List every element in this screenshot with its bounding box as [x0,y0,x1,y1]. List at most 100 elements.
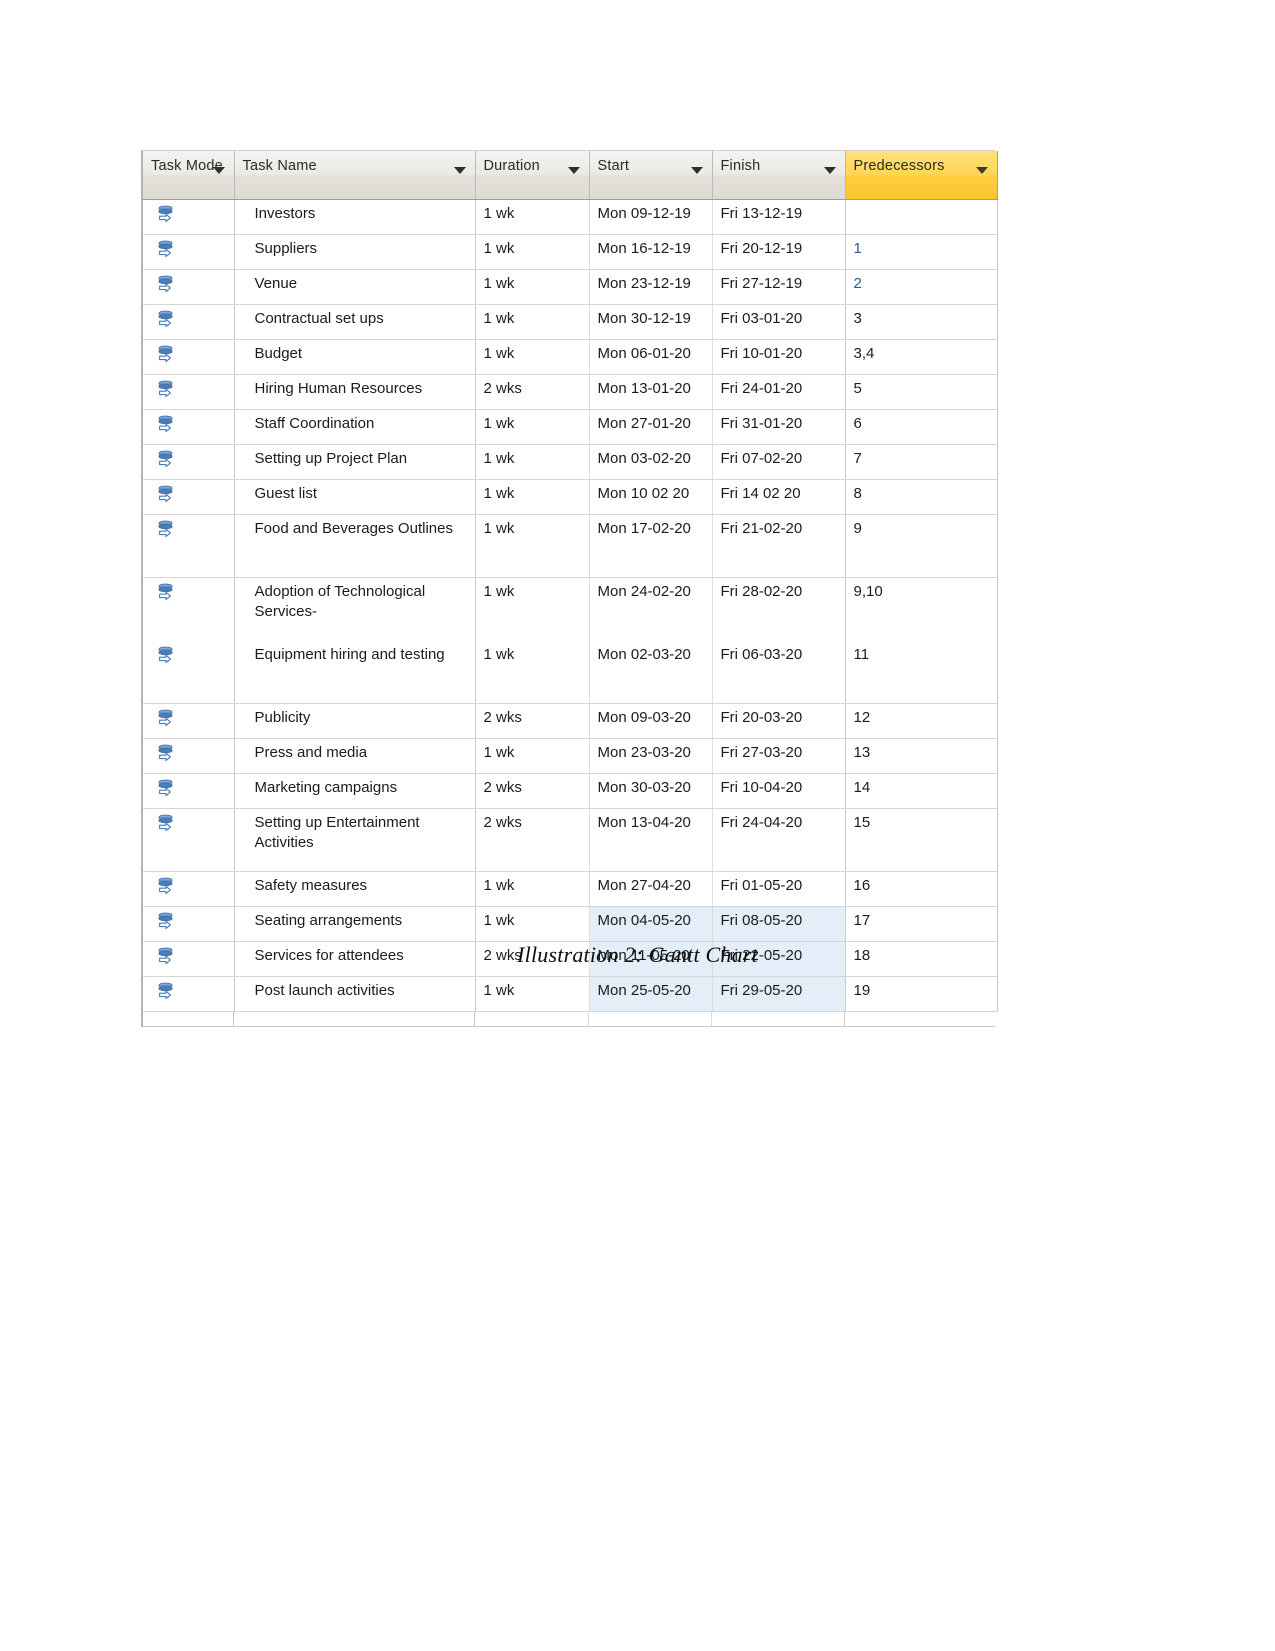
cell-duration[interactable]: 1 wk [475,514,590,578]
table-row[interactable]: Adoption of Technological Services- 1 wk M… [143,577,998,641]
cell-task-mode[interactable] [143,514,235,578]
cell-task-mode[interactable] [143,640,235,704]
cell-predecessors[interactable]: 9,10 [845,577,998,641]
cell-start-date[interactable]: Mon 27-01-20 [589,409,713,445]
auto-scheduled-icon[interactable] [155,203,179,227]
cell-task-mode[interactable] [143,906,235,942]
table-row[interactable]: Venue 1 wk Mon 23-12-19 Fri 27-12-19 2 [143,269,998,305]
cell-task-mode[interactable] [143,409,235,445]
cell-finish-date[interactable]: Fri 20-03-20 [712,703,846,739]
column-header-predecessors[interactable]: Predecessors [844,151,998,200]
table-row[interactable]: Publicity 2 wks Mon 09-03-20 Fri 20-03-20 12 [143,703,998,739]
table-row[interactable]: Equipment hiring and testing 1 wk Mon 02-0… [143,640,998,704]
cell-task-name[interactable]: Equipment hiring and testing [234,640,476,704]
cell-start-date[interactable]: Mon 23-12-19 [589,269,713,305]
cell-task-mode[interactable] [143,234,235,270]
cell-start-date[interactable]: Mon 13-04-20 [589,808,713,872]
cell-finish-date[interactable]: Fri 03-01-20 [712,304,846,340]
cell-predecessors[interactable]: 14 [845,773,998,809]
cell-duration[interactable]: 1 wk [475,738,590,774]
auto-scheduled-icon[interactable] [155,343,179,367]
cell-task-mode[interactable] [143,479,235,515]
cell-predecessors[interactable]: 15 [845,808,998,872]
cell-finish-date[interactable]: Fri 14 02 20 [712,479,846,515]
auto-scheduled-icon[interactable] [155,308,179,332]
cell-finish-date[interactable]: Fri 21-02-20 [712,514,846,578]
cell-finish-date[interactable]: Fri 27-12-19 [712,269,846,305]
cell-task-name[interactable]: Guest list [234,479,476,515]
table-row[interactable]: Hiring Human Resources 2 wks Mon 13-01-20 F… [143,374,998,410]
auto-scheduled-icon[interactable] [155,812,179,836]
cell-start-date[interactable]: Mon 30-03-20 [589,773,713,809]
cell-task-name[interactable]: Adoption of Technological Services- [234,577,476,641]
table-row[interactable]: Contractual set ups 1 wk Mon 30-12-19 Fri 0… [143,304,998,340]
cell-predecessors[interactable]: 3,4 [845,339,998,375]
auto-scheduled-icon[interactable] [155,910,179,934]
cell-finish-date[interactable]: Fri 27-03-20 [712,738,846,774]
cell-task-name[interactable]: Seating arrangements [234,906,476,942]
cell-start-date[interactable]: Mon 17-02-20 [589,514,713,578]
cell-task-mode[interactable] [143,444,235,480]
filter-dropdown-icon[interactable] [975,167,988,174]
cell-task-mode[interactable] [143,738,235,774]
cell-finish-date[interactable]: Fri 24-01-20 [712,374,846,410]
table-row[interactable]: Budget 1 wk Mon 06-01-20 Fri 10-01-20 3,4 [143,339,998,375]
column-header-task-mode[interactable]: Task Mode [143,151,235,200]
column-header-task-name[interactable]: Task Name [234,151,476,200]
cell-task-name[interactable]: Budget [234,339,476,375]
cell-duration[interactable]: 2 wks [475,773,590,809]
auto-scheduled-icon[interactable] [155,238,179,262]
cell-task-name[interactable]: Publicity [234,703,476,739]
auto-scheduled-icon[interactable] [155,707,179,731]
cell-predecessors[interactable]: 17 [845,906,998,942]
cell-duration[interactable]: 1 wk [475,640,590,704]
table-row[interactable]: Suppliers 1 wk Mon 16-12-19 Fri 20-12-19 1 [143,234,998,270]
table-row[interactable]: Setting up Project Plan 1 wk Mon 03-02-20 F… [143,444,998,480]
cell-start-date[interactable]: Mon 13-01-20 [589,374,713,410]
cell-duration[interactable]: 2 wks [475,374,590,410]
table-row[interactable]: Seating arrangements 1 wk Mon 04-05-20 Fri … [143,906,998,942]
table-row[interactable]: Marketing campaigns 2 wks Mon 30-03-20 Fri … [143,773,998,809]
cell-predecessors[interactable]: 19 [845,976,998,1012]
filter-dropdown-icon[interactable] [453,167,466,174]
cell-duration[interactable]: 1 wk [475,269,590,305]
filter-dropdown-icon[interactable] [212,167,225,174]
auto-scheduled-icon[interactable] [155,875,179,899]
cell-task-mode[interactable] [143,339,235,375]
cell-finish-date[interactable]: Fri 08-05-20 [712,906,846,942]
cell-finish-date[interactable]: Fri 31-01-20 [712,409,846,445]
cell-task-name[interactable]: Safety measures [234,871,476,907]
cell-duration[interactable]: 1 wk [475,577,590,641]
cell-finish-date[interactable]: Fri 13-12-19 [712,199,846,235]
cell-task-name[interactable]: Suppliers [234,234,476,270]
cell-duration[interactable]: 1 wk [475,409,590,445]
cell-start-date[interactable]: Mon 04-05-20 [589,906,713,942]
auto-scheduled-icon[interactable] [155,483,179,507]
cell-duration[interactable]: 2 wks [475,808,590,872]
auto-scheduled-icon[interactable] [155,448,179,472]
cell-start-date[interactable]: Mon 23-03-20 [589,738,713,774]
cell-predecessors[interactable]: 7 [845,444,998,480]
auto-scheduled-icon[interactable] [155,742,179,766]
filter-dropdown-icon[interactable] [823,167,836,174]
cell-task-mode[interactable] [143,577,235,641]
filter-dropdown-icon[interactable] [567,167,580,174]
cell-duration[interactable]: 1 wk [475,871,590,907]
cell-task-name[interactable]: Staff Coordination [234,409,476,445]
cell-duration[interactable]: 1 wk [475,976,590,1012]
cell-start-date[interactable]: Mon 24-02-20 [589,577,713,641]
cell-start-date[interactable]: Mon 06-01-20 [589,339,713,375]
table-row[interactable]: Investors 1 wk Mon 09-12-19 Fri 13-12-19 [143,199,998,235]
table-row[interactable]: Setting up Entertainment Activities 2 wks… [143,808,998,872]
cell-finish-date[interactable]: Fri 20-12-19 [712,234,846,270]
table-row[interactable]: Press and media 1 wk Mon 23-03-20 Fri 27-03… [143,738,998,774]
cell-predecessors[interactable]: 5 [845,374,998,410]
cell-duration[interactable]: 1 wk [475,479,590,515]
cell-task-mode[interactable] [143,808,235,872]
cell-predecessors[interactable]: 13 [845,738,998,774]
cell-finish-date[interactable]: Fri 01-05-20 [712,871,846,907]
auto-scheduled-icon[interactable] [155,378,179,402]
cell-task-mode[interactable] [143,871,235,907]
cell-duration[interactable]: 1 wk [475,199,590,235]
cell-finish-date[interactable]: Fri 10-01-20 [712,339,846,375]
